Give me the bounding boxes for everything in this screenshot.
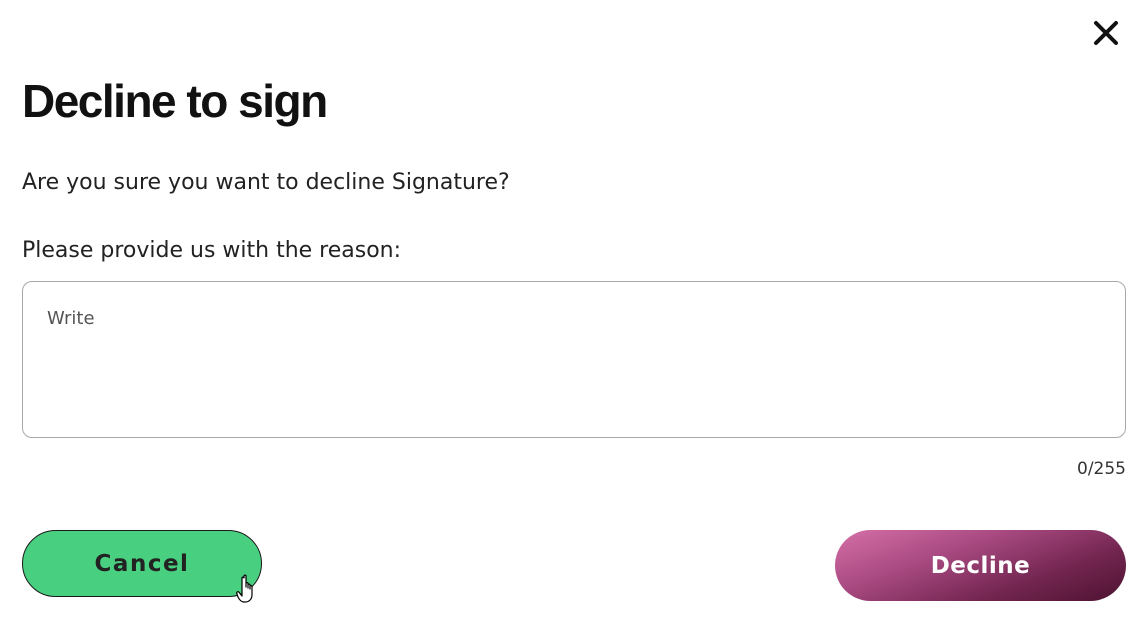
dialog-title: Decline to sign (22, 75, 328, 127)
close-icon (1094, 21, 1118, 45)
decline-button[interactable]: Decline (835, 530, 1126, 601)
close-button[interactable] (1089, 16, 1123, 50)
cancel-button-label: Cancel (94, 550, 190, 577)
character-counter: 0/255 (1077, 459, 1126, 479)
decline-dialog: Decline to sign Are you sure you want to… (0, 0, 1147, 626)
decline-button-label: Decline (930, 552, 1031, 579)
cancel-button[interactable]: Cancel (22, 530, 262, 597)
reason-label: Please provide us with the reason: (22, 238, 402, 263)
reason-textarea[interactable] (22, 281, 1126, 438)
confirmation-question: Are you sure you want to decline Signatu… (22, 170, 510, 195)
